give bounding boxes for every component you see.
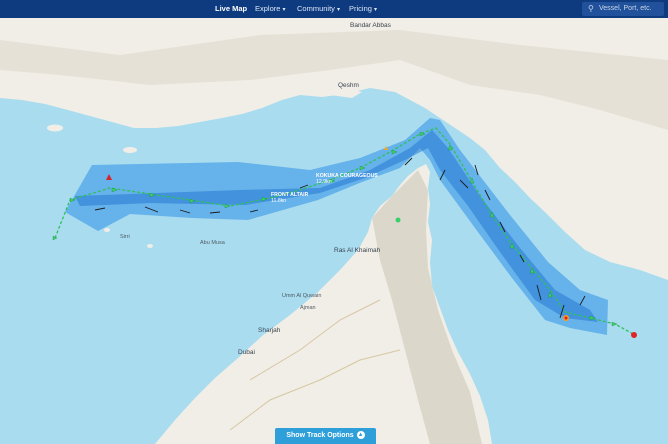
nav-live-map[interactable]: Live Map: [215, 0, 247, 18]
place-sharjah: Sharjah: [258, 327, 281, 334]
incident-marker-icon-core: [564, 316, 568, 320]
search-placeholder: Vessel, Port, etc.: [599, 5, 652, 12]
search-icon: ⚲: [588, 4, 594, 13]
chevron-down-icon: ▾: [336, 7, 340, 13]
nav-community[interactable]: Community ▾: [297, 0, 340, 18]
chevron-down-icon: ▾: [282, 7, 286, 13]
place-dubai: Dubai: [238, 349, 255, 356]
place-umm-al-quwain: Umm Al Quwain: [282, 293, 322, 299]
show-track-options-label: Show Track Options: [286, 432, 354, 439]
island: [123, 147, 137, 153]
vessel-label-front-altair[interactable]: FRONT ALTAIR 11.8kn: [271, 192, 308, 204]
place-ajman: Ajman: [300, 305, 316, 311]
vessel-speed: 11.8kn: [271, 198, 287, 204]
place-abu-musa: Abu Musa: [200, 240, 225, 246]
vessel-speed: 12.9kn: [316, 179, 332, 185]
island-sirri: [104, 228, 110, 232]
app: Live Map Explore ▾ Community ▾ Pricing ▾ ⚲ …: [0, 0, 668, 444]
nav-community-label: Community: [297, 4, 335, 13]
incident-marker-icon[interactable]: [631, 332, 637, 338]
search-input[interactable]: ⚲ Vessel, Port, etc.: [582, 2, 664, 16]
show-track-options-button[interactable]: Show Track Options ▲: [275, 428, 376, 444]
place-bandar-abbas: Bandar Abbas: [350, 22, 391, 29]
nav-explore[interactable]: Explore ▾: [255, 0, 285, 18]
chevron-down-icon: ▾: [373, 7, 377, 13]
vessel-label-kokuka-courageous[interactable]: KOKUKA COURAGEOUS 12.9kn: [316, 173, 378, 185]
nav-explore-label: Explore: [255, 4, 281, 13]
place-ras-al-khaimah: Ras Al Khaimah: [334, 247, 381, 254]
island-abu-musa: [147, 244, 153, 248]
port-marker-icon[interactable]: [395, 217, 401, 223]
map-canvas[interactable]: [0, 18, 668, 444]
island: [47, 124, 63, 132]
place-sirri: Sirri: [120, 234, 130, 240]
nav-pricing-label: Pricing: [349, 4, 372, 13]
chevron-up-icon: ▲: [356, 431, 365, 440]
top-navigation: Live Map Explore ▾ Community ▾ Pricing ▾ ⚲ …: [0, 0, 668, 18]
nav-pricing[interactable]: Pricing ▾: [349, 0, 377, 18]
place-qeshm: Qeshm: [338, 82, 359, 89]
